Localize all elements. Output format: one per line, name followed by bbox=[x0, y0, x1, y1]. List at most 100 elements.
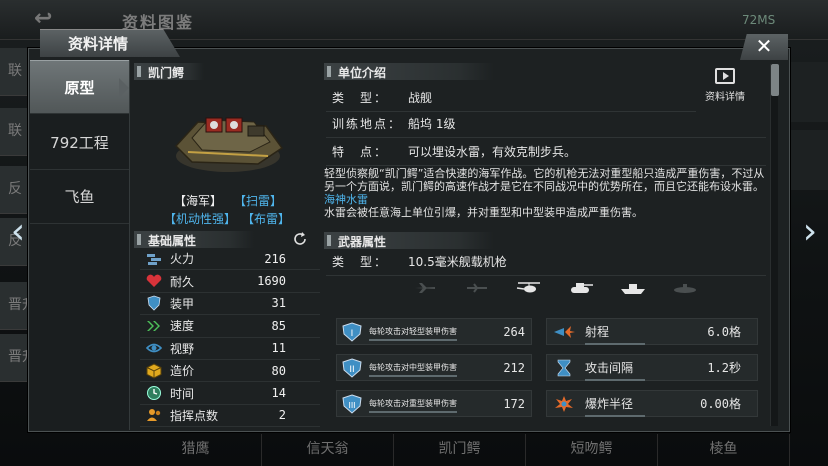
attr-value: 2 bbox=[278, 408, 286, 423]
cube-icon bbox=[144, 363, 164, 379]
info-value: 可以埋设水雷，有效克制步兵。 bbox=[408, 145, 577, 159]
info-value: 船坞 1级 bbox=[408, 117, 456, 131]
info-key: 特 点： bbox=[332, 145, 389, 159]
info-row-feature: 特 点： 可以埋设水雷，有效克制步兵。 bbox=[326, 138, 766, 166]
weapon-attrs-header: 武器属性 bbox=[324, 232, 494, 249]
next-arrow-icon[interactable]: › bbox=[796, 212, 824, 252]
attr-row-time: 时间 14 bbox=[140, 382, 320, 405]
explosion-icon bbox=[551, 394, 577, 414]
attr-label: 火力 bbox=[170, 252, 195, 267]
close-button[interactable]: ✕ bbox=[740, 34, 788, 60]
armor-tier-2-icon: II bbox=[342, 357, 362, 378]
unit-name-header: 凯门鳄 bbox=[134, 63, 204, 80]
damage-value: 172 bbox=[503, 396, 525, 411]
play-icon bbox=[715, 68, 735, 84]
attr-value: 11 bbox=[271, 341, 286, 356]
weapon-type-value: 10.5毫米舰载机枪 bbox=[408, 255, 507, 269]
attr-value: 216 bbox=[264, 251, 286, 266]
damage-label: 每轮攻击对轻型装甲伤害 bbox=[363, 326, 491, 341]
attr-row-durability: 耐久 1690 bbox=[140, 270, 320, 293]
attr-value: 14 bbox=[271, 386, 286, 401]
scrollbar-thumb[interactable] bbox=[771, 64, 779, 96]
info-row-type: 类 型： 战舰 bbox=[326, 84, 696, 112]
firepower-icon bbox=[144, 251, 164, 267]
heart-icon bbox=[144, 273, 164, 289]
info-row-training: 训练地点： 船坞 1级 bbox=[326, 110, 766, 138]
attr-label: 速度 bbox=[170, 319, 195, 334]
bottom-tab[interactable]: 信天翁 bbox=[262, 434, 394, 466]
base-attrs-table: 火力 216 耐久 1690 装甲 31 速度 85 视野 11 造价 80 时… bbox=[140, 248, 320, 428]
stat-value: 0.00格 bbox=[700, 397, 741, 411]
bottom-tab[interactable]: 凯门鳄 bbox=[394, 434, 526, 466]
attr-row-speed: 速度 85 bbox=[140, 315, 320, 338]
tag-navy: 【海军】 bbox=[174, 194, 223, 208]
dialog-title: 资料详情 bbox=[40, 29, 180, 57]
attr-row-vision: 视野 11 bbox=[140, 338, 320, 360]
speed-chevrons-icon bbox=[144, 318, 164, 334]
damage-value: 212 bbox=[503, 360, 525, 375]
damage-value: 264 bbox=[503, 324, 525, 339]
range-icon bbox=[551, 322, 577, 342]
attr-label: 时间 bbox=[170, 386, 195, 401]
stat-row-interval: 攻击间隔 1.2秒 bbox=[546, 354, 758, 381]
commander-icon bbox=[144, 407, 164, 423]
info-key: 类 型： bbox=[332, 91, 389, 105]
unit-description: 轻型侦察舰“凯门鳄”适合快速的海军作战。它的机枪无法对重型船只造成严重伤害，不过… bbox=[324, 167, 766, 219]
refresh-icon[interactable] bbox=[292, 231, 308, 247]
attr-label: 装甲 bbox=[170, 296, 195, 311]
attr-value: 1690 bbox=[257, 274, 286, 289]
stat-row-radius: 爆炸半径 0.00格 bbox=[546, 390, 758, 417]
plane-icon bbox=[410, 280, 440, 296]
stat-row-range: 射程 6.0格 bbox=[546, 318, 758, 345]
stat-value: 1.2秒 bbox=[707, 361, 741, 375]
svg-text:III: III bbox=[348, 401, 355, 410]
info-key: 训练地点： bbox=[332, 117, 403, 131]
tag-minesweep: 【扫雷】 bbox=[234, 194, 283, 208]
attr-row-armor: 装甲 31 bbox=[140, 293, 320, 316]
info-key: 类 型： bbox=[332, 255, 389, 269]
bottom-tab[interactable]: 棱鱼 bbox=[658, 434, 790, 466]
detail-video-button[interactable]: 资料详情 bbox=[700, 68, 750, 103]
base-attrs-header: 基础属性 bbox=[134, 231, 254, 248]
stat-label: 爆炸半径 bbox=[577, 395, 687, 417]
tab-prototype[interactable]: 原型 bbox=[30, 60, 129, 114]
attr-label: 指挥点数 bbox=[170, 408, 219, 423]
weapon-type-row: 类 型： 10.5毫米舰载机枪 bbox=[326, 248, 766, 276]
attr-label: 造价 bbox=[170, 364, 195, 379]
hourglass-icon bbox=[551, 358, 577, 378]
attr-row-firepower: 火力 216 bbox=[140, 248, 320, 271]
info-value: 战舰 bbox=[408, 91, 433, 105]
damage-row-light: I 每轮攻击对轻型装甲伤害 264 bbox=[336, 318, 532, 345]
tag-mobile: 【机动性强】 bbox=[164, 212, 237, 226]
tank-icon bbox=[566, 280, 596, 296]
stat-value: 6.0格 bbox=[707, 325, 741, 339]
submarine-icon bbox=[670, 280, 700, 296]
bottom-tab[interactable]: 猎鹰 bbox=[130, 434, 262, 466]
damage-label: 每轮攻击对重型装甲伤害 bbox=[363, 398, 491, 413]
ping-readout: 72MS bbox=[742, 13, 776, 27]
tab-project-792[interactable]: 792工程 bbox=[30, 114, 129, 170]
ship-icon bbox=[618, 280, 648, 296]
unit-boat-image bbox=[174, 117, 284, 172]
clock-icon bbox=[144, 385, 164, 401]
helicopter-icon bbox=[514, 280, 544, 296]
mine-title: 海神水雷 bbox=[324, 193, 368, 206]
damage-row-medium: II 每轮攻击对中型装甲伤害 212 bbox=[336, 354, 532, 381]
svg-text:I: I bbox=[351, 329, 354, 339]
attr-label: 耐久 bbox=[170, 274, 195, 289]
damage-row-heavy: III 每轮攻击对重型装甲伤害 172 bbox=[336, 390, 532, 417]
damage-label: 每轮攻击对中型装甲伤害 bbox=[363, 362, 491, 377]
tab-flying-fish[interactable]: 飞鱼 bbox=[30, 170, 129, 224]
unit-intro-header: 单位介绍 bbox=[324, 63, 494, 80]
description-text: 轻型侦察舰“凯门鳄”适合快速的海军作战。它的机枪无法对重型船只造成严重伤害，不过… bbox=[324, 167, 765, 193]
mine-description: 水雷会被任意海上单位引爆，并对重型和中型装甲造成严重伤害。 bbox=[324, 206, 643, 219]
attr-value: 31 bbox=[271, 296, 286, 311]
attr-label: 视野 bbox=[170, 341, 195, 356]
info-scrollbar[interactable] bbox=[770, 64, 779, 426]
bottom-tab[interactable]: 短吻鳄 bbox=[526, 434, 658, 466]
target-type-icons bbox=[410, 280, 700, 298]
jet-icon bbox=[462, 280, 492, 296]
attr-row-command: 指挥点数 2 bbox=[140, 405, 320, 428]
detail-video-label: 资料详情 bbox=[705, 92, 745, 103]
stat-label: 射程 bbox=[577, 323, 687, 345]
